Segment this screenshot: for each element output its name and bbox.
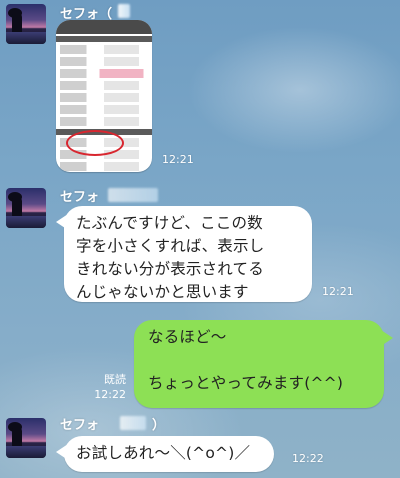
blurred-name: [120, 416, 146, 430]
highlight-circle: [66, 130, 124, 156]
message-time: 12:22: [94, 388, 126, 401]
avatar[interactable]: [6, 418, 46, 458]
image-message-thumbnail[interactable]: [56, 20, 152, 172]
message-text: お試しあれ〜＼(^o^)／: [76, 444, 251, 462]
sender-name-suffix: ）: [152, 418, 166, 433]
blurred-name: [108, 188, 158, 202]
read-receipt: 既読 12:22: [90, 372, 126, 402]
message-bubble[interactable]: お試しあれ〜＼(^o^)／: [56, 436, 274, 472]
message-time: 12:21: [322, 285, 354, 298]
sender-name: セフォ: [60, 418, 100, 433]
message-time: 12:22: [292, 452, 324, 465]
own-message-bubble[interactable]: なるほど〜 ちょっとやってみます(^^): [134, 320, 393, 408]
avatar[interactable]: [6, 4, 46, 44]
message-time: 12:21: [162, 153, 194, 166]
message-text: なるほど〜 ちょっとやってみます(^^): [148, 328, 344, 392]
avatar[interactable]: [6, 188, 46, 228]
read-label: 既読: [104, 373, 126, 386]
sender-name: セフォ: [60, 190, 100, 205]
message-bubble[interactable]: たぶんですけど、ここの数 字を小さくすれば、表示し きれない分が表示されてる ん…: [56, 206, 312, 302]
message-text: たぶんですけど、ここの数 字を小さくすれば、表示し きれない分が表示されてる ん…: [76, 214, 265, 301]
blurred-name: [118, 4, 130, 18]
